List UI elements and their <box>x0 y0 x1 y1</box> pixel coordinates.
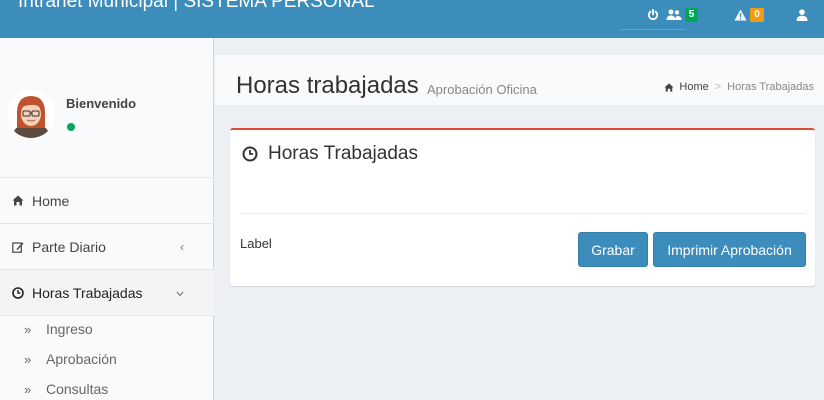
top-navbar: Intranet Municipal | SISTEMA PERSONAL 5 … <box>0 0 824 38</box>
user-icon <box>796 9 808 21</box>
home-icon <box>664 82 674 92</box>
sidebar-subitem-label: Consultas <box>46 381 109 397</box>
sidebar-subitem-label: Ingreso <box>46 321 93 337</box>
imprimir-aprobacion-button[interactable]: Imprimir Aprobación <box>653 232 806 267</box>
sidebar-item-label: Parte Diario <box>32 238 106 255</box>
breadcrumb-separator: > <box>714 81 722 93</box>
sidebar-item-home[interactable]: Home <box>0 178 214 224</box>
users-count-badge: 5 <box>684 8 699 22</box>
avatar <box>7 90 55 138</box>
users-icon <box>666 9 682 20</box>
breadcrumb-current: Horas Trabajadas <box>727 81 814 93</box>
clock-icon <box>12 286 32 299</box>
sidebar: Bienvenido Home Parte Diario ‹ Horas Tra… <box>0 38 214 400</box>
welcome-text: Bienvenido <box>66 96 137 111</box>
double-chevron-right-icon: » <box>24 321 32 337</box>
alerts-button[interactable]: 0 <box>727 0 771 30</box>
box-title-text: Horas Trabajadas <box>268 143 418 164</box>
horas-trabajadas-box: Horas Trabajadas Label Grabar Imprimir A… <box>230 128 815 286</box>
home-icon <box>12 195 32 206</box>
page-title: Horas trabajadas <box>236 72 419 99</box>
grabar-button[interactable]: Grabar <box>578 232 648 267</box>
breadcrumb-home-link[interactable]: Home <box>664 81 709 93</box>
sidebar-item-parte-diario[interactable]: Parte Diario ‹ <box>0 224 214 270</box>
chevron-down-icon <box>176 286 184 300</box>
double-chevron-right-icon: » <box>24 381 32 397</box>
sidebar-item-label: Home <box>32 192 70 209</box>
box-title: Horas Trabajadas <box>242 143 418 165</box>
alerts-count-badge: 0 <box>750 8 764 22</box>
sidebar-subitem-ingreso[interactable]: » Ingreso <box>0 314 214 344</box>
page-subtitle: Aprobación Oficina <box>427 82 537 97</box>
content-header: Horas trabajadas Aprobación Oficina Home… <box>215 55 824 105</box>
user-panel: Bienvenido <box>0 38 214 178</box>
user-menu-button[interactable] <box>787 0 817 30</box>
box-label: Label <box>240 236 272 251</box>
app-title[interactable]: Intranet Municipal | SISTEMA PERSONAL <box>18 0 375 13</box>
chevron-left-icon: ‹ <box>180 239 184 254</box>
clock-icon <box>242 146 258 162</box>
sidebar-item-horas-trabajadas[interactable]: Horas Trabajadas <box>0 270 214 316</box>
power-icon <box>647 8 659 20</box>
edit-icon <box>12 241 32 253</box>
double-chevron-right-icon: » <box>24 351 32 367</box>
sidebar-subitem-consultas[interactable]: » Consultas <box>0 374 214 400</box>
warning-icon <box>734 9 747 21</box>
sidebar-subitem-label: Aprobación <box>46 351 117 367</box>
online-status-dot <box>67 123 75 131</box>
box-divider <box>240 213 805 214</box>
avatar-icon <box>7 90 55 138</box>
users-button[interactable]: 5 <box>660 0 704 30</box>
sidebar-subitem-aprobacion[interactable]: » Aprobación <box>0 344 214 374</box>
breadcrumb-home-label: Home <box>679 81 709 93</box>
breadcrumb: Home > Horas Trabajadas <box>664 81 814 93</box>
sidebar-item-label: Horas Trabajadas <box>32 284 143 301</box>
